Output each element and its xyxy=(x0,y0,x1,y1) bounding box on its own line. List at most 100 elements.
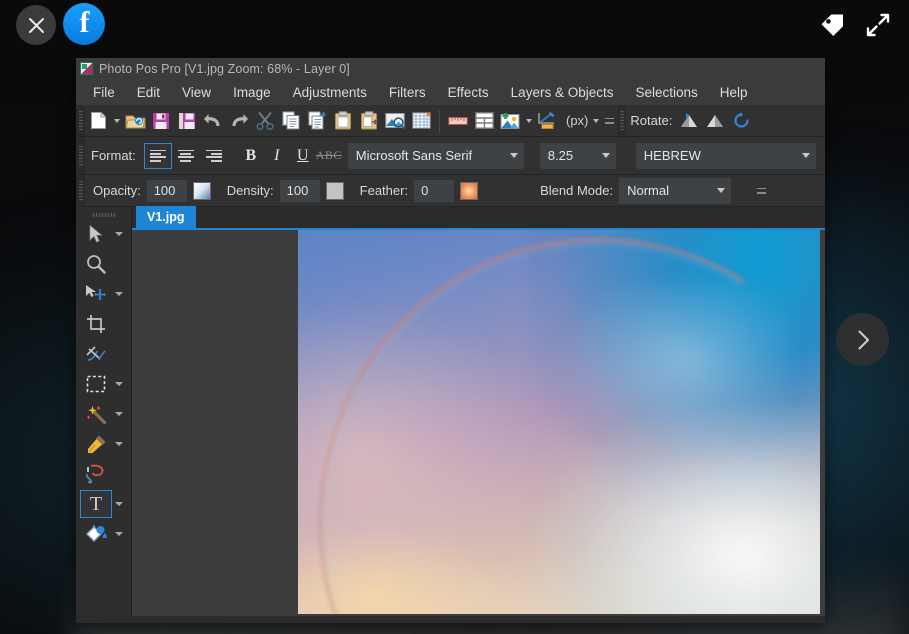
canvas-viewport[interactable] xyxy=(132,230,825,616)
grid-icon[interactable] xyxy=(408,108,434,134)
move-selection-tool-caret[interactable] xyxy=(112,220,126,248)
ruler-icon[interactable] xyxy=(445,108,471,134)
tool-row-move-selection xyxy=(76,219,131,249)
next-photo-button[interactable] xyxy=(836,313,889,366)
move-selection-tool[interactable] xyxy=(80,220,112,248)
tool-row-lasso xyxy=(76,459,131,489)
add-image-caret[interactable] xyxy=(523,108,534,134)
text-tool-caret[interactable] xyxy=(112,490,126,518)
italic-button[interactable]: I xyxy=(264,144,290,168)
toolbar-grip[interactable] xyxy=(76,105,85,136)
paste-icon[interactable] xyxy=(330,108,356,134)
align-right-button[interactable] xyxy=(200,143,228,169)
chevron-down-icon xyxy=(509,153,518,158)
save-as-icon[interactable] xyxy=(174,108,200,134)
opacity-gradient-icon[interactable] xyxy=(192,181,211,200)
font-size-value: 8.25 xyxy=(547,148,574,163)
cut-scissors-icon[interactable] xyxy=(252,108,278,134)
strikethrough-button[interactable]: ABC xyxy=(316,144,342,168)
dropper-tool[interactable] xyxy=(80,430,112,458)
underline-button[interactable]: U xyxy=(290,144,316,168)
layout-grid-icon[interactable] xyxy=(471,108,497,134)
tools-palette-grip[interactable] xyxy=(76,211,131,219)
window-body: T V1.jpg xyxy=(76,206,825,616)
format-toolbar: Format: B I U ABC Microsoft Sans Serif 8… xyxy=(76,137,825,175)
menu-file[interactable]: File xyxy=(82,82,126,103)
format-toolbar-grip[interactable] xyxy=(76,137,85,174)
menu-effects[interactable]: Effects xyxy=(437,82,500,103)
tools-palette: T xyxy=(76,207,132,616)
undo-icon[interactable] xyxy=(200,108,226,134)
menu-help[interactable]: Help xyxy=(709,82,759,103)
free-rotate-icon[interactable] xyxy=(728,108,754,134)
feather-gradient-icon[interactable] xyxy=(460,181,479,200)
paint-bucket-tool[interactable] xyxy=(80,520,112,548)
rect-select-tool-caret[interactable] xyxy=(112,370,126,398)
close-button[interactable] xyxy=(16,5,56,45)
format-label: Format: xyxy=(91,148,136,163)
chevron-down-icon xyxy=(601,153,610,158)
menu-layers-objects[interactable]: Layers & Objects xyxy=(500,82,625,103)
tool-row-move xyxy=(76,279,131,309)
zoom-tool[interactable] xyxy=(80,250,112,278)
rect-select-tool[interactable] xyxy=(80,370,112,398)
paste-into-icon[interactable] xyxy=(356,108,382,134)
tool-row-magic-wand xyxy=(76,399,131,429)
preview-image-icon[interactable] xyxy=(382,108,408,134)
lasso-tool[interactable] xyxy=(80,460,112,488)
copy-icon[interactable] xyxy=(278,108,304,134)
new-document-icon[interactable] xyxy=(85,108,111,134)
density-input[interactable]: 100 xyxy=(279,179,320,202)
language-select[interactable]: HEBREW xyxy=(635,142,816,169)
align-center-button[interactable] xyxy=(172,143,200,169)
magic-wand-tool-caret[interactable] xyxy=(112,400,126,428)
menu-edit[interactable]: Edit xyxy=(126,82,171,103)
options-overflow-handle[interactable] xyxy=(753,181,769,201)
opacity-input[interactable]: 100 xyxy=(146,179,187,202)
rotate-group-grip[interactable] xyxy=(617,105,627,136)
rotate-right-icon[interactable] xyxy=(702,108,728,134)
sky-with-rainbow-photo[interactable] xyxy=(298,230,820,614)
copy-merged-icon[interactable] xyxy=(304,108,330,134)
bold-button[interactable]: B xyxy=(238,144,264,168)
measure-tool-icon[interactable] xyxy=(534,108,560,134)
feather-input[interactable]: 0 xyxy=(414,179,455,202)
curve-tool[interactable] xyxy=(80,340,112,368)
text-tool[interactable]: T xyxy=(80,490,112,518)
options-toolbar-grip[interactable] xyxy=(76,175,85,206)
dropper-tool-caret[interactable] xyxy=(112,430,126,458)
open-folder-icon[interactable] xyxy=(122,108,148,134)
move-tool[interactable] xyxy=(80,280,112,308)
units-caret[interactable] xyxy=(590,108,601,134)
move-tool-caret[interactable] xyxy=(112,280,126,308)
font-size-select[interactable]: 8.25 xyxy=(539,142,616,169)
menu-filters[interactable]: Filters xyxy=(378,82,437,103)
toolbar-overflow-handle[interactable] xyxy=(601,111,617,131)
menu-view[interactable]: View xyxy=(171,82,222,103)
facebook-avatar[interactable]: f xyxy=(63,3,105,45)
fullscreen-button[interactable] xyxy=(859,6,897,44)
blend-mode-label: Blend Mode: xyxy=(540,183,614,198)
crop-tool[interactable] xyxy=(80,310,112,338)
save-icon[interactable] xyxy=(148,108,174,134)
main-toolbar: (px) Rotate: xyxy=(76,105,825,137)
chevron-right-icon xyxy=(858,330,869,349)
font-family-select[interactable]: Microsoft Sans Serif xyxy=(347,142,524,169)
rotate-left-icon[interactable] xyxy=(676,108,702,134)
paint-bucket-tool-caret[interactable] xyxy=(112,520,126,548)
blend-mode-select[interactable]: Normal xyxy=(619,177,732,204)
menu-selections[interactable]: Selections xyxy=(624,82,708,103)
tool-row-dropper xyxy=(76,429,131,459)
add-image-icon[interactable] xyxy=(497,108,523,134)
document-tab-v1[interactable]: V1.jpg xyxy=(136,206,196,228)
tag-photo-button[interactable] xyxy=(813,6,851,44)
density-pattern-icon[interactable] xyxy=(325,181,344,200)
menu-adjustments[interactable]: Adjustments xyxy=(282,82,378,103)
feather-label: Feather: xyxy=(359,183,409,198)
magic-wand-tool[interactable] xyxy=(80,400,112,428)
redo-icon[interactable] xyxy=(226,108,252,134)
align-left-button[interactable] xyxy=(143,142,172,169)
new-document-caret[interactable] xyxy=(111,108,122,134)
canvas-area: V1.jpg xyxy=(132,206,825,616)
menu-image[interactable]: Image xyxy=(222,82,282,103)
